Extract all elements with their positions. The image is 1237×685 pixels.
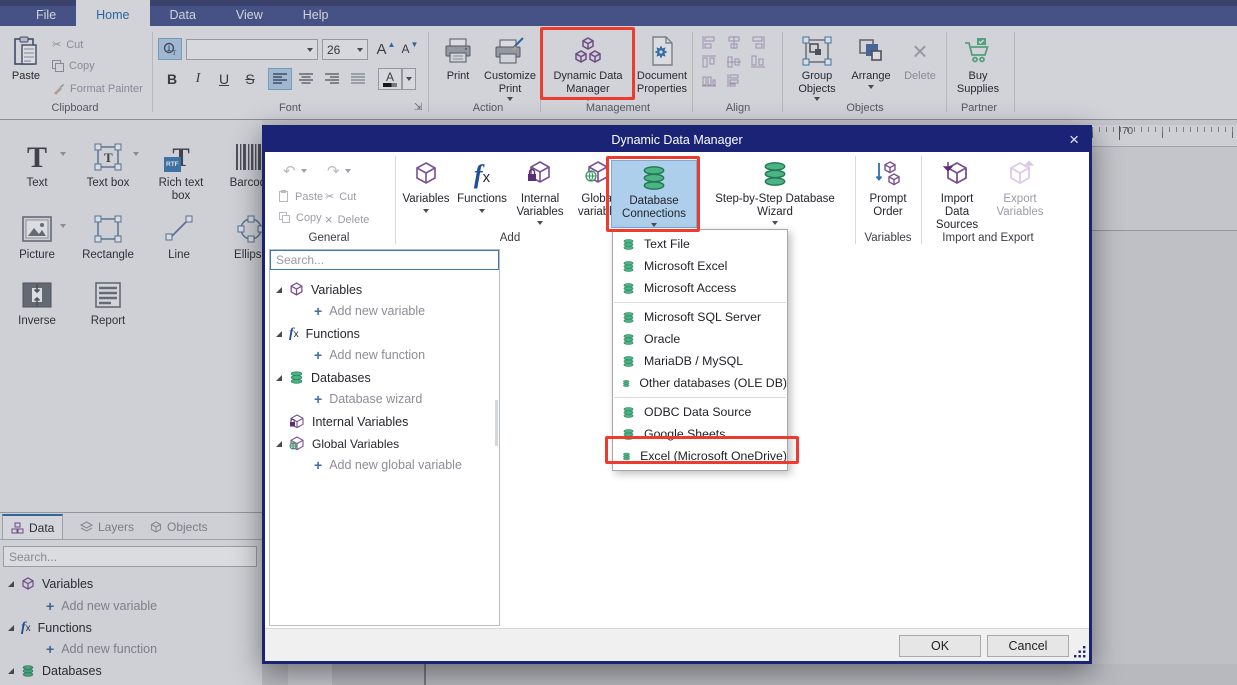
menu-item-text-file[interactable]: Text File	[613, 233, 787, 255]
cancel-button[interactable]: Cancel	[987, 635, 1069, 657]
add-internal-variables-button[interactable]: Internal Variables	[511, 158, 569, 225]
menu-item-oracle[interactable]: Oracle	[613, 328, 787, 350]
dialog-copy-button[interactable]: Copy	[279, 212, 322, 224]
database-icon	[622, 333, 635, 346]
expander-icon[interactable]	[276, 375, 282, 381]
variables-group-label: Variables	[861, 232, 915, 244]
database-icon	[622, 377, 630, 390]
dialog-title: Dynamic Data Manager	[611, 133, 742, 147]
cube-globe-icon	[289, 436, 305, 451]
menu-item-microsoft-excel[interactable]: Microsoft Excel	[613, 255, 787, 277]
plus-icon: +	[314, 393, 322, 405]
dialog-separator	[395, 156, 396, 244]
menu-item-odbc[interactable]: ODBC Data Source	[613, 401, 787, 423]
database-connections-menu: Text File Microsoft Excel Microsoft Acce…	[612, 229, 788, 471]
dlg-tree-databases[interactable]: Databases	[276, 370, 371, 385]
redo-button[interactable]: ↷	[327, 162, 351, 180]
chevron-down-icon	[479, 209, 485, 213]
dlg-tree-global-variables[interactable]: Global Variables	[276, 436, 399, 451]
add-functions-button[interactable]: fx Functions	[455, 158, 509, 213]
dialog-title-bar[interactable]: Dynamic Data Manager ×	[265, 128, 1089, 152]
database-icon	[622, 260, 635, 273]
menu-item-microsoft-access[interactable]: Microsoft Access	[613, 277, 787, 299]
fx-icon: fx	[289, 326, 299, 342]
dialog-cut-button[interactable]: ✂Cut	[325, 190, 356, 203]
redo-icon: ↷	[327, 162, 340, 180]
database-icon	[622, 282, 635, 295]
add-group-label: Add	[455, 232, 565, 244]
annotation-box-dynamic-data-manager	[540, 27, 635, 100]
dlg-tree-internal-variables[interactable]: Internal Variables	[289, 414, 408, 429]
dlg-tree-database-wizard[interactable]: +Database wizard	[314, 392, 422, 406]
prompt-order-icon	[874, 158, 902, 190]
plus-icon: +	[314, 349, 322, 361]
database-icon	[622, 311, 635, 324]
close-icon[interactable]: ×	[1069, 128, 1079, 152]
ok-button[interactable]: OK	[899, 635, 981, 657]
menu-separator	[614, 302, 786, 303]
undo-icon: ↶	[283, 162, 296, 180]
expander-icon[interactable]	[276, 331, 282, 337]
annotation-box-excel-onedrive	[605, 436, 799, 464]
menu-item-sql-server[interactable]: Microsoft SQL Server	[613, 306, 787, 328]
dialog-search-input[interactable]	[270, 250, 499, 270]
paste-icon	[279, 190, 290, 203]
menu-item-mariadb-mysql[interactable]: MariaDB / MySQL	[613, 350, 787, 372]
cube-lock-icon	[526, 158, 554, 190]
delete-x-icon: ×	[325, 212, 333, 227]
cube-lock-icon	[289, 414, 305, 429]
dialog-footer: OK Cancel	[265, 628, 1089, 661]
expander-icon[interactable]	[276, 287, 282, 293]
dlg-tree-add-new-function[interactable]: +Add new function	[314, 348, 425, 362]
copy-icon	[279, 212, 291, 224]
import-data-sources-button[interactable]: Import Data Sources	[927, 158, 987, 232]
dialog-paste-button[interactable]: Paste	[279, 190, 323, 203]
database-icon	[622, 238, 635, 251]
database-icon	[622, 355, 635, 368]
chevron-down-icon	[772, 221, 778, 225]
cube-icon	[289, 282, 304, 297]
cube-import-icon	[942, 158, 972, 190]
dlg-tree-add-new-variable[interactable]: +Add new variable	[314, 304, 425, 318]
plus-icon: +	[314, 305, 322, 317]
dlg-tree-functions[interactable]: fx Functions	[276, 326, 360, 342]
dialog-separator	[921, 156, 922, 244]
chevron-down-icon	[423, 209, 429, 213]
database-wizard-button[interactable]: Step-by-Step Database Wizard	[701, 158, 849, 225]
cube-icon	[413, 158, 439, 190]
database-icon	[289, 370, 304, 385]
dialog-delete-button[interactable]: ×Delete	[325, 212, 369, 227]
chevron-down-icon	[537, 221, 543, 225]
dlg-tree-variables[interactable]: Variables	[276, 282, 362, 297]
tree-scrollbar[interactable]	[495, 400, 498, 446]
database-icon	[762, 158, 788, 190]
menu-item-ole-db[interactable]: Other databases (OLE DB)	[613, 372, 787, 394]
cube-export-icon	[1005, 158, 1035, 190]
prompt-order-button[interactable]: Prompt Order	[861, 158, 915, 219]
import-export-group-label: Import and Export	[927, 232, 1049, 244]
general-group-label: General	[279, 232, 379, 244]
app-window: File Home Data View Help Paste ✂Cut Copy…	[0, 0, 1237, 685]
add-variables-button[interactable]: Variables	[399, 158, 453, 213]
plus-icon: +	[314, 459, 322, 471]
dialog-tree-panel: Variables +Add new variable fx Functions…	[269, 249, 500, 626]
resize-grip[interactable]	[1074, 646, 1086, 658]
database-icon	[622, 406, 635, 419]
undo-button[interactable]: ↶	[283, 162, 307, 180]
export-variables-button[interactable]: Export Variables	[991, 158, 1049, 219]
menu-separator	[614, 397, 786, 398]
dlg-tree-add-new-global-variable[interactable]: +Add new global variable	[314, 458, 462, 472]
dialog-separator	[855, 156, 856, 244]
fx-icon: fx	[474, 158, 490, 190]
scissors-icon: ✂	[325, 190, 334, 203]
annotation-box-database-connections	[606, 156, 700, 232]
expander-icon[interactable]	[276, 441, 282, 447]
